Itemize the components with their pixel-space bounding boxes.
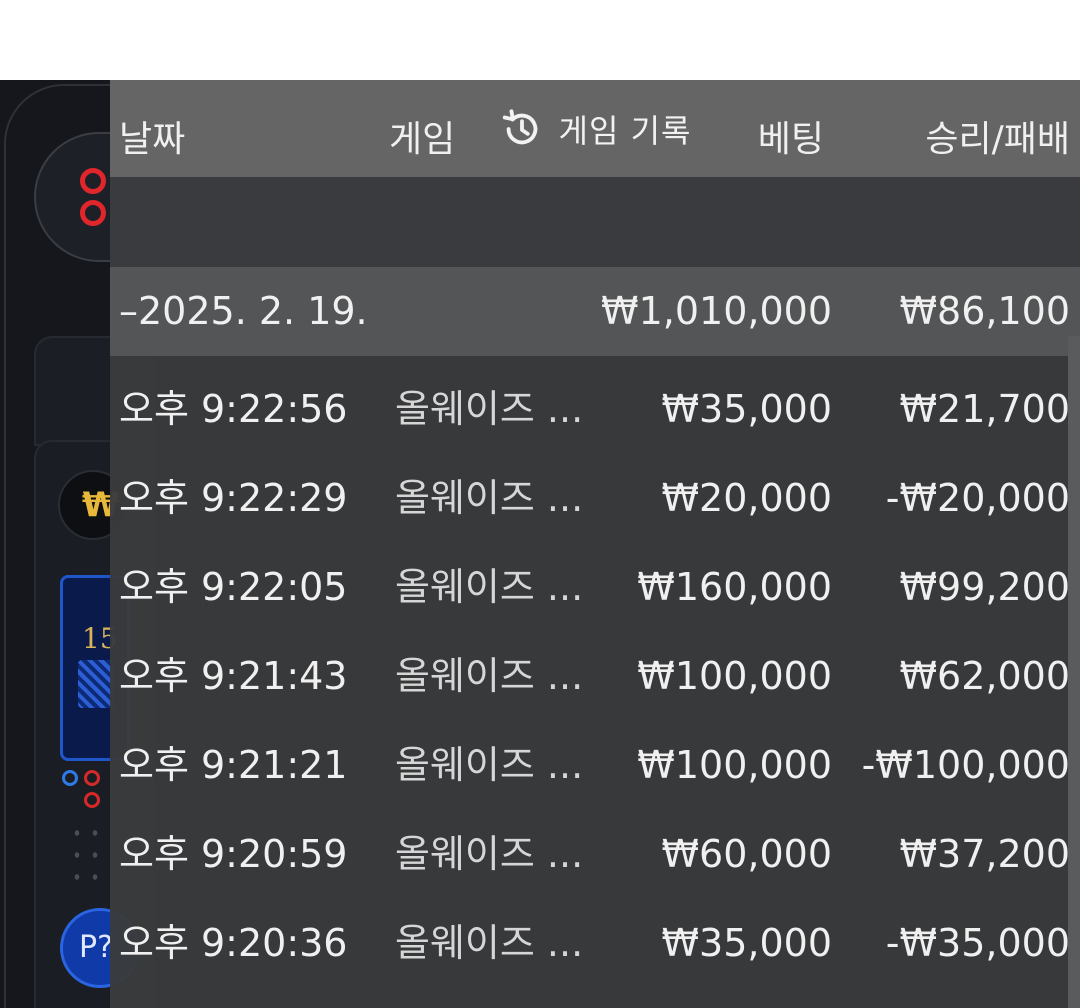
row-bet: ₩60,000 (661, 832, 832, 876)
row-result: -₩100,000 (861, 743, 1070, 787)
column-header-bet[interactable]: 베팅 (758, 122, 824, 158)
row-game[interactable]: 올웨이즈 ... (395, 657, 583, 695)
row-result: -₩20,000 (885, 476, 1070, 520)
row-result: -₩35,000 (885, 921, 1070, 965)
row-time[interactable]: 오후 9:22:05 (119, 568, 348, 606)
date-group-label: –2025. 2. 19. (119, 289, 368, 333)
status-bar-area (0, 0, 1080, 80)
column-header-result[interactable]: 승리/패배 (925, 122, 1070, 158)
row-result: ₩99,200 (899, 565, 1070, 609)
row-game[interactable]: 올웨이즈 ... (395, 479, 583, 517)
row-time[interactable]: 오후 9:20:59 (119, 835, 348, 873)
row-time[interactable]: 오후 9:22:29 (119, 479, 348, 517)
row-result: ₩62,000 (899, 654, 1070, 698)
column-header-game[interactable]: 게임 (389, 122, 455, 158)
date-group-bet-total: ₩1,010,000 (601, 289, 832, 333)
row-game[interactable]: 올웨이즈 ... (395, 924, 583, 962)
row-time[interactable]: 오후 9:21:21 (119, 746, 348, 784)
row-game[interactable]: 올웨이즈 ... (395, 746, 583, 784)
screen: ₩ 15 P? 게임 기록 날짜 게임 베팅 승리/패배 –2025. 2. 1… (0, 0, 1080, 1008)
logo-ring-icon (80, 168, 106, 194)
history-icon (502, 108, 537, 144)
card-pattern-icon (78, 660, 114, 708)
row-time[interactable]: 오후 9:22:56 (119, 390, 348, 428)
road-blue-icon (62, 770, 78, 786)
table-header (110, 177, 1080, 267)
row-time[interactable]: 오후 9:20:36 (119, 924, 348, 962)
row-game[interactable]: 올웨이즈 ... (395, 835, 583, 873)
row-result: ₩21,700 (899, 387, 1070, 431)
row-bet: ₩100,000 (637, 743, 832, 787)
row-bet: ₩100,000 (637, 654, 832, 698)
road-red-icon (84, 792, 100, 808)
row-bet: ₩35,000 (661, 921, 832, 965)
row-bet: ₩20,000 (661, 476, 832, 520)
date-group-result-total: ₩86,100 (899, 289, 1070, 333)
row-game[interactable]: 올웨이즈 ... (395, 568, 583, 606)
road-dots (68, 822, 108, 892)
column-header-date[interactable]: 날짜 (119, 122, 185, 158)
row-bet: ₩35,000 (661, 387, 832, 431)
logo-ring-icon (80, 200, 106, 226)
row-result: ₩37,200 (899, 832, 1070, 876)
row-bet: ₩160,000 (637, 565, 832, 609)
modal-title: 게임 기록 (558, 111, 692, 150)
row-game[interactable]: 올웨이즈 ... (395, 390, 583, 428)
row-time[interactable]: 오후 9:21:43 (119, 657, 348, 695)
road-red-icon (84, 770, 100, 786)
